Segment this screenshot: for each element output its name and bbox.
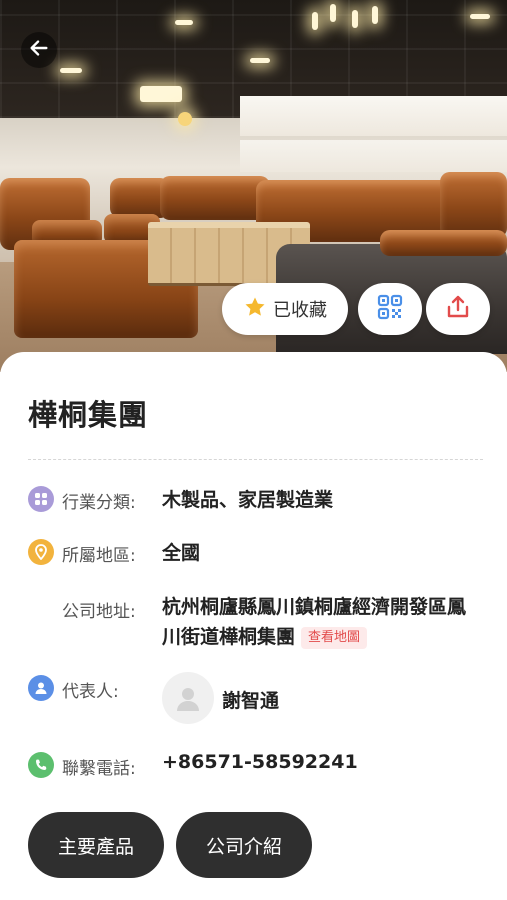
tab-company-intro[interactable]: 公司介紹 bbox=[176, 812, 312, 878]
ceiling-light bbox=[175, 20, 193, 25]
ceiling-light bbox=[60, 68, 82, 73]
share-icon bbox=[444, 293, 472, 325]
pendant-lamp bbox=[178, 112, 192, 126]
chandelier-bulb bbox=[352, 10, 358, 28]
view-map-link[interactable]: 查看地圖 bbox=[301, 627, 368, 649]
industry-value: 木製品、家居製造業 bbox=[162, 489, 334, 511]
divider bbox=[28, 459, 483, 460]
back-button[interactable] bbox=[21, 32, 57, 68]
tab-main-products-label: 主要產品 bbox=[57, 835, 134, 858]
region-label: 所屬地區: bbox=[62, 546, 136, 566]
address-label: 公司地址: bbox=[62, 602, 136, 622]
wall-panel bbox=[240, 96, 507, 136]
region-value: 全國 bbox=[162, 542, 201, 564]
phone-icon bbox=[28, 752, 54, 778]
arrow-left-icon bbox=[28, 37, 50, 63]
wall-panel bbox=[240, 140, 507, 172]
company-name: 樺桐集團 bbox=[28, 398, 149, 432]
tab-main-products[interactable]: 主要產品 bbox=[28, 812, 164, 878]
person-icon bbox=[28, 675, 54, 701]
share-button[interactable] bbox=[426, 283, 490, 335]
company-info-card: 樺桐集團 行業分類: 木製品、家居製造業 所屬地區: 全國 公司地址: 杭州桐廬… bbox=[0, 352, 507, 900]
qr-code-button[interactable] bbox=[358, 283, 422, 335]
favorite-label: 已收藏 bbox=[273, 300, 327, 321]
representative-label: 代表人: bbox=[62, 682, 119, 702]
ceiling-light bbox=[250, 58, 270, 63]
grid-icon bbox=[28, 486, 54, 512]
qr-code-icon bbox=[376, 293, 404, 325]
favorite-button[interactable]: 已收藏 bbox=[222, 283, 348, 335]
tab-company-intro-label: 公司介紹 bbox=[205, 835, 282, 858]
location-pin-icon bbox=[28, 539, 54, 565]
phone-label: 聯繫電話: bbox=[62, 759, 136, 779]
leather-sofa bbox=[440, 172, 507, 238]
ceiling-light bbox=[140, 86, 182, 102]
representative-value[interactable]: 謝智通 bbox=[222, 686, 279, 713]
phone-value[interactable]: +86571-58592241 bbox=[162, 751, 358, 773]
avatar[interactable] bbox=[162, 672, 214, 724]
leather-sofa bbox=[380, 230, 507, 256]
leather-sofa bbox=[160, 176, 270, 220]
chandelier-bulb bbox=[312, 12, 318, 30]
address-value: 杭州桐廬縣鳳川鎮桐廬經濟開發區鳳川街道樺桐集團 查看地圖 bbox=[162, 592, 482, 652]
industry-label: 行業分類: bbox=[62, 493, 136, 513]
chandelier-bulb bbox=[372, 6, 378, 24]
chandelier-bulb bbox=[330, 4, 336, 22]
ceiling-light bbox=[470, 14, 490, 19]
star-icon bbox=[243, 295, 267, 323]
